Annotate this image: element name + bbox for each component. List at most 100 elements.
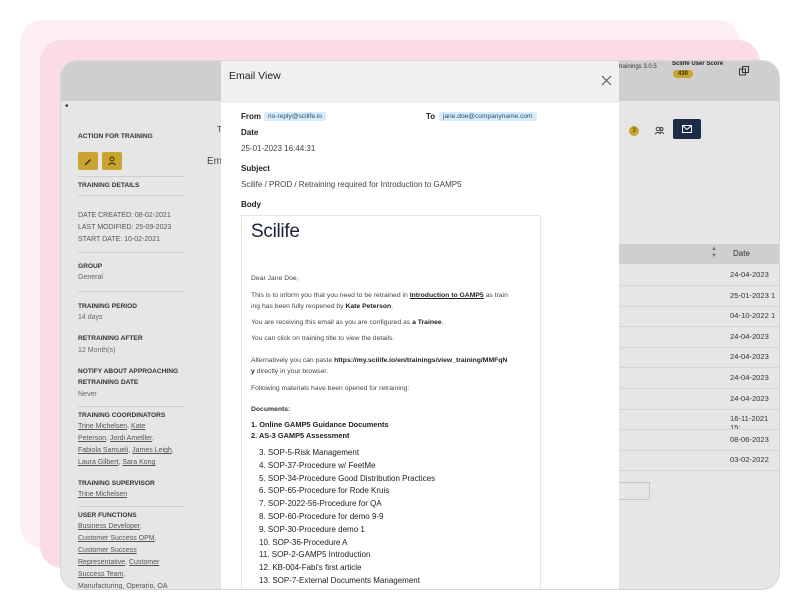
mail-icon xyxy=(682,125,692,133)
table-row-divider xyxy=(616,449,779,451)
material-item[interactable]: 13. SOP-7-External Documents Management xyxy=(259,576,420,585)
documents-label: Documents: xyxy=(251,406,291,413)
table-row-divider xyxy=(616,470,779,472)
training-link[interactable]: Introduction to GAMP5 xyxy=(410,292,484,299)
to-value: jane.doe@companyname.com xyxy=(439,112,537,121)
group-title: GROUP xyxy=(78,263,103,270)
from-value: no-reply@scilife.io xyxy=(264,112,326,121)
functions-line-6: Manufacturing, Operario, OA xyxy=(78,581,168,589)
text: Alternatively you can paste xyxy=(251,357,335,364)
coordinator-link[interactable]: Jordi Ametller xyxy=(110,435,152,442)
coordinators-title: TRAINING COORDINATORS xyxy=(78,412,166,419)
text: directly in your browser. xyxy=(254,368,329,375)
windows-icon[interactable] xyxy=(739,66,749,76)
table-date-cell: 24-04-2023 xyxy=(730,352,769,362)
section-heading-partial: Em xyxy=(207,156,222,167)
date-created: DATE CREATED: 08-02-2021 xyxy=(78,212,171,219)
table-date-cell: 03-02-2022 xyxy=(730,455,769,465)
email-view-button[interactable] xyxy=(673,119,701,139)
page-input[interactable] xyxy=(616,482,650,500)
period-value: 14 days xyxy=(78,314,103,321)
user-score-label: Scilife User Score xyxy=(672,61,724,67)
document-item[interactable]: 2. AS-3 GAMP5 Assessment xyxy=(251,431,349,440)
material-item[interactable]: 6. SOP-65-Procedure for Rode Kruis xyxy=(259,486,389,495)
header-dot: • xyxy=(65,101,69,112)
sort-icon[interactable]: ▲ ▼ xyxy=(711,246,717,260)
subject-label: Subject xyxy=(241,164,270,173)
users-icon[interactable] xyxy=(654,125,665,136)
document-item[interactable]: 1. Online GAMP5 Guidance Documents xyxy=(251,420,389,429)
count-badge: 3 xyxy=(629,126,639,136)
table-date-cell: 24-04-2023 xyxy=(730,393,769,403)
coordinator-link[interactable]: Sara Kong xyxy=(122,459,155,466)
table-row-divider xyxy=(616,305,779,307)
edit-button[interactable] xyxy=(78,152,98,170)
role-text: a Trainee xyxy=(412,319,442,326)
table-date-cell: 25-01-2023 1 xyxy=(730,290,776,300)
date-label: Date xyxy=(241,128,259,137)
table-date-cell: 24-04-2023 xyxy=(730,373,769,382)
coordinators-line-1: Trine Michelsen, Kate xyxy=(78,421,145,433)
material-item[interactable]: 11. SOP-2-GAMP5 Introduction xyxy=(259,550,370,559)
material-item[interactable]: 7. SOP-2022-56-Procedure for QA xyxy=(259,499,382,508)
function-link[interactable]: OA xyxy=(157,583,167,589)
divider xyxy=(78,291,184,292)
table-date-cell: 08-06-2023 xyxy=(730,434,769,444)
coordinator-link[interactable]: James Leigh xyxy=(132,447,172,454)
coordinators-line-3: Fabiola Samueli, James Leigh, xyxy=(78,445,174,457)
material-item[interactable]: 12. KB-004-Fabi's first article xyxy=(259,563,361,572)
divider xyxy=(78,252,184,253)
material-item[interactable]: 8. SOP-60-Procedure for demo 9-9 xyxy=(259,512,384,521)
supervisor-title: TRAINING SUPERVISOR xyxy=(78,480,155,487)
user-icon xyxy=(108,156,116,166)
function-link[interactable]: Business Developer xyxy=(78,523,140,530)
table-date-cell: 24-04-2023 xyxy=(730,331,769,341)
function-link[interactable]: Customer Success OPM xyxy=(78,535,155,542)
function-link[interactable]: Customer xyxy=(129,559,159,566)
text: You are receiving this email as you are … xyxy=(251,319,413,326)
material-item[interactable]: 10. SOP-36-Procedure A xyxy=(259,538,348,547)
coordinator-link[interactable]: Peterson xyxy=(78,435,106,442)
supervisor-line: Trine Michelsen xyxy=(78,489,127,501)
coordinator-link[interactable]: Trine Michelsen xyxy=(78,423,127,430)
text: ing has been fully reopened by xyxy=(251,303,346,310)
table-row-divider xyxy=(616,285,779,286)
date-value: 25-01-2023 16:44:31 xyxy=(241,144,316,153)
coordinator-link[interactable]: Kate xyxy=(131,423,145,430)
text: This is to inform you that you need to b… xyxy=(251,292,410,299)
function-link[interactable]: Success Team xyxy=(78,571,123,578)
functions-title: USER FUNCTIONS xyxy=(78,512,137,519)
coordinator-link[interactable]: Laura Gilbert xyxy=(78,459,118,466)
function-link[interactable]: Manufacturing xyxy=(78,583,122,589)
notify-value: Never xyxy=(78,391,97,398)
paragraph-retraining: This is to inform you that you need to b… xyxy=(251,290,531,312)
notify-title-1: NOTIFY ABOUT APPROACHING xyxy=(78,368,179,375)
supervisor-link[interactable]: Trine Michelsen xyxy=(78,491,127,498)
functions-line-5: Success Team, xyxy=(78,569,125,581)
date-column-header[interactable]: Date xyxy=(733,249,750,258)
assign-user-button[interactable] xyxy=(102,152,122,170)
text: . xyxy=(391,303,394,310)
function-link[interactable]: Customer Success xyxy=(78,547,137,554)
material-item[interactable]: 4. SOP-37-Procedure w/ FeetMe xyxy=(259,461,376,470)
paragraph-materials: Following materials have been opened for… xyxy=(251,385,410,392)
table-row-divider xyxy=(616,408,779,410)
table-row-divider xyxy=(616,367,779,369)
divider xyxy=(78,406,184,407)
reopened-by-name: Kate Peterson xyxy=(345,303,392,310)
separator: , xyxy=(123,571,126,578)
training-url[interactable]: https://my.scilife.io/en/trainings/view_… xyxy=(334,357,507,364)
table-row-divider xyxy=(616,388,779,389)
function-link[interactable]: Operario xyxy=(126,583,153,589)
function-link[interactable]: Representative xyxy=(78,559,125,566)
material-item[interactable]: 3. SOP-5-Risk Management xyxy=(259,448,359,457)
paragraph-click: You can click on training title to view … xyxy=(251,335,395,342)
functions-line-4: Representative, Customer xyxy=(78,557,159,569)
coordinator-link[interactable]: Fabiola Samueli xyxy=(78,447,128,454)
action-title: ACTION FOR TRAINING xyxy=(78,133,153,140)
material-item[interactable]: 9. SOP-30-Procedure demo 1 xyxy=(259,525,365,534)
close-icon[interactable] xyxy=(601,75,612,86)
period-title: TRAINING PERIOD xyxy=(78,303,137,310)
to-label: To xyxy=(426,112,436,121)
material-item[interactable]: 5. SOP-34-Procedure Good Distribution Pr… xyxy=(259,474,435,483)
